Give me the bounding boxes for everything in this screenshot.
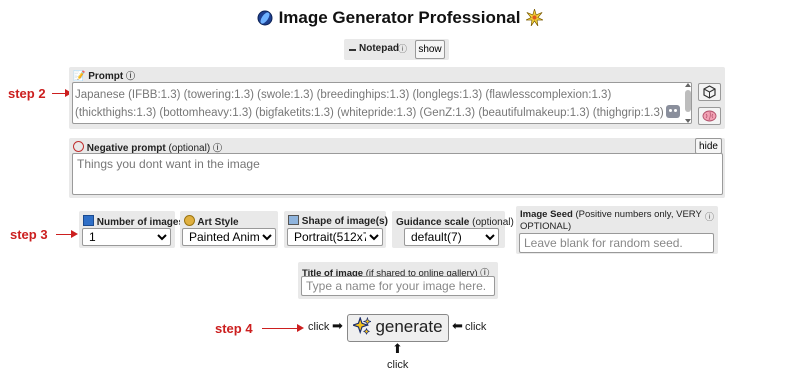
guidance-scale-panel: Guidance scale (optional) default(7) (392, 211, 526, 248)
click-hint-left: click (308, 321, 330, 333)
scroll-up-icon[interactable] (685, 83, 691, 87)
image-seed-label: Image Seed (520, 209, 573, 220)
hide-negative-button[interactable]: hide (695, 138, 722, 154)
brain-icon (702, 110, 717, 122)
guidance-scale-label: Guidance scale (396, 217, 470, 228)
page-title: Image Generator Professional (0, 7, 800, 31)
step-3-arrow (56, 234, 72, 235)
step-3-label: step 3 (10, 227, 48, 242)
notepad-icon: 📝 (73, 71, 86, 82)
prompt-heading: 📝 Prompt (73, 69, 135, 82)
title-of-image-input[interactable]: Type a name for your image here. (301, 276, 495, 296)
step-4-arrow (262, 328, 298, 329)
shape-panel: Shape of image(s) Portrait(512x768 (284, 211, 388, 248)
image-seed-input[interactable]: Leave blank for random seed. (519, 233, 714, 253)
left-arrow-icon: ⬅ (452, 318, 463, 333)
art-style-panel: Art Style Painted Anime P (180, 211, 278, 248)
guidance-scale-select[interactable]: default(7) (404, 228, 499, 246)
info-icon[interactable] (398, 42, 407, 55)
scroll-thumb[interactable] (685, 90, 691, 112)
up-arrow-icon: ⬆ (392, 341, 403, 356)
info-icon[interactable] (213, 143, 222, 153)
notepad-show-button[interactable]: show (415, 40, 445, 59)
sparkle-burst-icon (526, 7, 544, 31)
right-arrow-icon: ➡ (332, 318, 343, 333)
number-of-images-select[interactable]: 1 (82, 228, 171, 246)
grammar-helper-icon[interactable] (666, 105, 680, 118)
shape-label: Shape of image(s) (301, 216, 388, 227)
scroll-down-icon[interactable] (685, 119, 691, 123)
step-4-label: step 4 (215, 321, 253, 336)
click-hint-right: click (465, 321, 487, 333)
title-of-image-panel: Title of image (if shared to online gall… (298, 262, 498, 299)
shape-select[interactable]: Portrait(512x768 (287, 228, 383, 246)
picture-icon (83, 215, 94, 226)
collapse-dash-icon (349, 49, 356, 51)
generate-label: generate (375, 316, 443, 336)
shape-heading: Shape of image(s) (288, 215, 388, 227)
palette-icon (184, 215, 195, 226)
blue-globe-icon (257, 10, 273, 31)
number-of-images-panel: Number of images 1 (79, 211, 184, 248)
prompt-scrollbar[interactable] (684, 83, 692, 123)
app-title-text: Image Generator Professional (278, 8, 521, 27)
step-3-arrowhead (71, 230, 78, 238)
image-seed-heading: Image Seed (Positive numbers only, VERY … (520, 209, 702, 233)
prompt-label: Prompt (88, 71, 124, 82)
art-style-label: Art Style (197, 217, 239, 228)
guidance-scale-heading: Guidance scale (optional) (396, 215, 526, 228)
number-of-images-label: Number of images (96, 217, 185, 228)
brain-suggest-button[interactable] (698, 107, 721, 125)
art-style-select[interactable]: Painted Anime P (182, 228, 276, 246)
cube-icon (703, 85, 716, 99)
info-icon[interactable] (705, 210, 714, 223)
step-2-arrow (52, 93, 66, 94)
step-2-label: step 2 (8, 86, 46, 101)
sparkles-icon (351, 315, 373, 340)
click-hint-bottom: click (387, 359, 409, 371)
step-4-arrowhead (297, 324, 304, 332)
image-seed-panel: Image Seed (Positive numbers only, VERY … (516, 206, 718, 254)
notepad-bar: Notepad show (344, 39, 449, 60)
frame-icon (288, 215, 299, 225)
no-entry-icon (73, 141, 84, 152)
art-style-heading: Art Style (184, 215, 239, 228)
info-icon[interactable] (126, 71, 135, 81)
random-prompt-button[interactable] (698, 83, 721, 101)
generate-button[interactable]: generate (347, 314, 449, 342)
prompt-textarea[interactable]: Japanese (IFBB:1.3) (towering:1.3) (swol… (72, 82, 692, 124)
guidance-optional-note: (optional) (472, 217, 514, 228)
number-of-images-heading: Number of images (83, 215, 184, 228)
negative-prompt-textarea[interactable]: Things you dont want in the image (72, 153, 723, 195)
notepad-label: Notepad (359, 43, 399, 54)
